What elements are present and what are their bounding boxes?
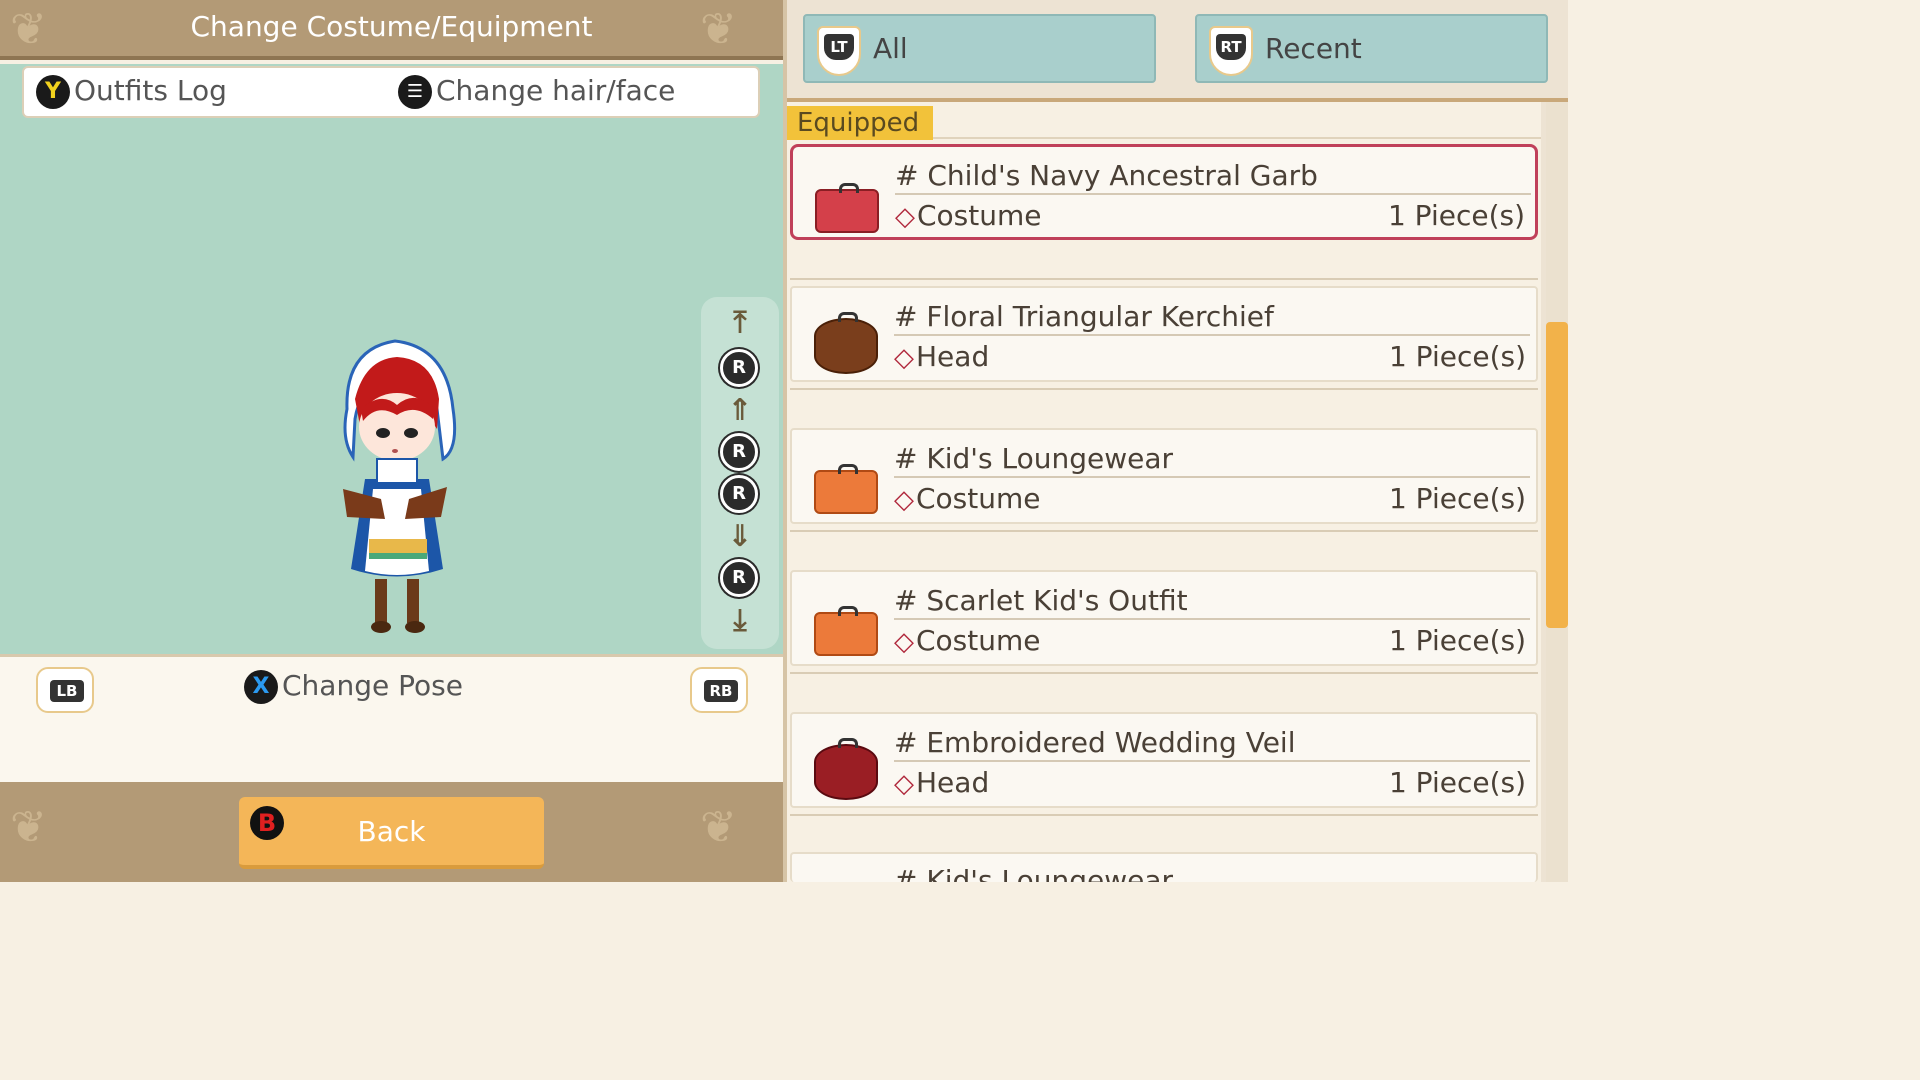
- item-name: # Child's Navy Ancestral Garb: [895, 159, 1318, 192]
- brown-hatbox-icon: [814, 312, 878, 374]
- item-category: ◇Head: [894, 340, 989, 373]
- row-separator: [790, 814, 1538, 816]
- camera-bottom-icon[interactable]: ⤓: [720, 601, 760, 641]
- lb-button[interactable]: LB: [36, 667, 94, 713]
- list-item[interactable]: # Embroidered Wedding Veil ◇Head 1 Piece…: [790, 712, 1538, 808]
- list-item-selected[interactable]: # Child's Navy Ancestral Garb ◇Costume 1…: [790, 144, 1538, 240]
- rb-button[interactable]: RB: [690, 667, 748, 713]
- outfits-log-label: Outfits Log: [74, 74, 227, 107]
- r-stick-right-icon: R: [720, 475, 758, 513]
- back-label: Back: [357, 815, 426, 848]
- orange-suitcase-icon: [814, 464, 878, 514]
- r-stick-down-icon: R: [720, 559, 758, 597]
- item-category: ◇Costume: [895, 199, 1042, 232]
- orange-suitcase-icon: [814, 606, 878, 656]
- equipped-section-label: Equipped: [787, 106, 933, 140]
- camera-up-icon[interactable]: ⇑: [720, 391, 760, 431]
- item-quantity: 1 Piece(s): [1387, 199, 1525, 232]
- row-separator: [790, 672, 1538, 674]
- item-divider: [894, 760, 1530, 762]
- camera-zoom-out-button[interactable]: R: [720, 559, 760, 599]
- item-name: # Embroidered Wedding Veil: [894, 726, 1296, 759]
- item-divider: [894, 476, 1530, 478]
- item-category-label: Head: [916, 340, 990, 373]
- diamond-icon: ◇: [894, 627, 914, 657]
- menu-button-icon: ☰: [398, 75, 432, 109]
- rb-label: RB: [704, 680, 738, 702]
- change-pose-button[interactable]: X Change Pose: [244, 669, 463, 704]
- diamond-icon: ◇: [894, 343, 914, 373]
- scroll-ornament-icon: ❦: [700, 802, 737, 853]
- secondary-actions: Y Outfits Log ☰ Change hair/face: [22, 66, 760, 118]
- character-preview[interactable]: [0, 64, 783, 654]
- character-model: [343, 339, 457, 633]
- row-separator: [790, 388, 1538, 390]
- tab-recent[interactable]: RT Recent: [1195, 14, 1548, 83]
- left-panel: ❦ ❦ Change Costume/Equipment ⤒ R ⇑ R R ⇓…: [0, 0, 783, 882]
- change-hair-face-label: Change hair/face: [436, 74, 676, 107]
- row-separator: [790, 278, 1538, 280]
- item-category-label: Head: [916, 766, 990, 799]
- scrollbar-thumb[interactable]: [1546, 322, 1568, 628]
- item-category: ◇Head: [894, 766, 989, 799]
- control-panel: LB X Change Pose RB: [0, 654, 783, 782]
- tab-all-label: All: [873, 32, 908, 65]
- lt-trigger-icon: LT: [817, 26, 861, 76]
- camera-rotate-left-button[interactable]: R: [720, 433, 760, 473]
- item-category-label: Costume: [917, 199, 1042, 232]
- page-title: Change Costume/Equipment: [190, 10, 593, 43]
- change-pose-label: Change Pose: [282, 669, 463, 702]
- item-category: ◇Costume: [894, 482, 1041, 515]
- list-item[interactable]: # Kid's Loungewear: [790, 852, 1538, 882]
- item-quantity: 1 Piece(s): [1388, 482, 1526, 515]
- list-item[interactable]: # Scarlet Kid's Outfit ◇Costume 1 Piece(…: [790, 570, 1538, 666]
- list-item[interactable]: # Floral Triangular Kerchief ◇Head 1 Pie…: [790, 286, 1538, 382]
- title-bar: ❦ ❦ Change Costume/Equipment: [0, 0, 783, 60]
- diamond-icon: ◇: [894, 485, 914, 515]
- y-button-icon: Y: [36, 75, 70, 109]
- item-category-label: Costume: [916, 624, 1041, 657]
- item-divider: [894, 334, 1530, 336]
- lb-label: LB: [50, 680, 84, 702]
- tab-all[interactable]: LT All: [803, 14, 1156, 83]
- rt-label: RT: [1216, 34, 1246, 60]
- r-stick-icon: R: [720, 349, 758, 387]
- item-divider: [895, 193, 1531, 195]
- item-name: # Kid's Loungewear: [894, 442, 1173, 475]
- section-divider: [933, 137, 1541, 139]
- item-quantity: 1 Piece(s): [1388, 766, 1526, 799]
- item-quantity: 1 Piece(s): [1388, 624, 1526, 657]
- tab-recent-label: Recent: [1265, 32, 1362, 65]
- diamond-icon: ◇: [894, 769, 914, 799]
- item-name: # Floral Triangular Kerchief: [894, 300, 1274, 333]
- camera-zoom-button[interactable]: R: [720, 349, 760, 389]
- item-quantity: 1 Piece(s): [1388, 340, 1526, 373]
- rt-trigger-icon: RT: [1209, 26, 1253, 76]
- change-hair-face-button[interactable]: ☰ Change hair/face: [398, 74, 675, 109]
- diamond-icon: ◇: [895, 202, 915, 232]
- item-divider: [894, 618, 1530, 620]
- x-button-icon: X: [244, 670, 278, 704]
- row-separator: [790, 530, 1538, 532]
- r-stick-left-icon: R: [720, 433, 758, 471]
- camera-top-icon[interactable]: ⤒: [720, 303, 760, 343]
- outfits-log-button[interactable]: Y Outfits Log: [36, 74, 227, 109]
- item-name: # Kid's Loungewear: [894, 864, 1173, 882]
- item-category: ◇Costume: [894, 624, 1041, 657]
- list-item[interactable]: # Kid's Loungewear ◇Costume 1 Piece(s): [790, 428, 1538, 524]
- scroll-ornament-icon: ❦: [10, 802, 47, 853]
- camera-rotate-right-button[interactable]: R: [720, 475, 760, 515]
- camera-down-icon[interactable]: ⇓: [720, 517, 760, 557]
- red-suitcase-icon: [815, 183, 879, 233]
- red-hatbox-icon: [814, 738, 878, 800]
- camera-controls: ⤒ R ⇑ R R ⇓ R ⤓: [701, 297, 779, 649]
- item-category-label: Costume: [916, 482, 1041, 515]
- lt-label: LT: [824, 34, 854, 60]
- item-name: # Scarlet Kid's Outfit: [894, 584, 1188, 617]
